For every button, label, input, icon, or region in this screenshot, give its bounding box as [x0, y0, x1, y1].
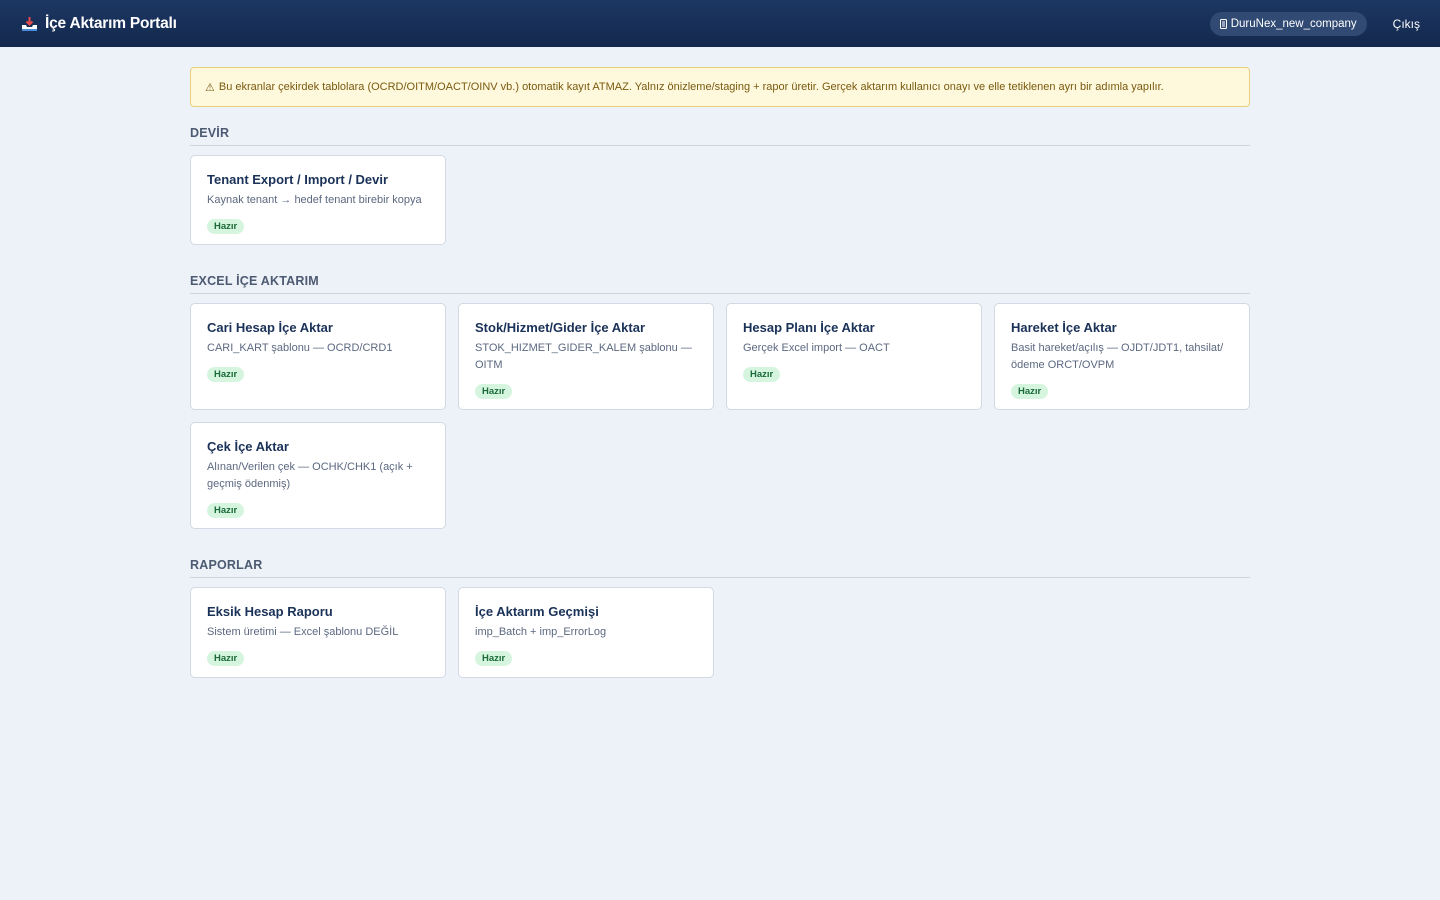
- section-title-excel: EXCEL İÇE AKTARIM: [190, 274, 1250, 294]
- card-description: Kaynak tenant → hedef tenant birebir kop…: [207, 194, 422, 206]
- card-title: Eksik Hesap Raporu: [207, 604, 333, 619]
- card-cari-hesap[interactable]: Cari Hesap İçe Aktar CARI_KART şablonu —…: [190, 303, 446, 410]
- warning-banner: ⚠ Bu ekranlar çekirdek tablolara (OCRD/O…: [190, 67, 1250, 107]
- card-ice-aktarim-gecmisi[interactable]: İçe Aktarım Geçmişi imp_Batch + imp_Erro…: [458, 587, 714, 678]
- company-name: DuruNex_new_company: [1230, 17, 1357, 30]
- status-badge: Hazır: [743, 367, 781, 382]
- raporlar-card-grid: Eksik Hesap Raporu Sistem üretimi — Exce…: [190, 587, 1250, 678]
- status-badge: Hazır: [207, 367, 245, 382]
- status-badge: Hazır: [207, 503, 245, 518]
- card-title: İçe Aktarım Geçmişi: [475, 604, 599, 619]
- card-cek[interactable]: Çek İçe Aktar Alınan/Verilen çek — OCHK/…: [190, 422, 446, 529]
- warning-icon: ⚠: [205, 81, 215, 94]
- card-hareket[interactable]: Hareket İçe Aktar Basit hareket/açılış —…: [994, 303, 1250, 410]
- section-title-devir: DEVİR: [190, 126, 1250, 146]
- card-stok-hizmet-gider[interactable]: Stok/Hizmet/Gider İçe Aktar STOK_HIZMET_…: [458, 303, 714, 410]
- card-description: Basit hareket/açılış — OJDT/JDT1, tahsil…: [1011, 342, 1224, 371]
- card-tenant-devir[interactable]: Tenant Export / Import / Devir Kaynak te…: [190, 155, 446, 245]
- status-badge: Hazır: [475, 384, 513, 399]
- logout-link[interactable]: Çıkış: [1393, 17, 1420, 31]
- card-title: Hesap Planı İçe Aktar: [743, 320, 875, 335]
- card-title: Cari Hesap İçe Aktar: [207, 320, 333, 335]
- card-eksik-hesap-raporu[interactable]: Eksik Hesap Raporu Sistem üretimi — Exce…: [190, 587, 446, 678]
- page-title: İçe Aktarım Portalı: [45, 14, 177, 32]
- card-hesap-plani[interactable]: Hesap Planı İçe Aktar Gerçek Excel impor…: [726, 303, 982, 410]
- company-selector[interactable]: DuruNex_new_company: [1209, 11, 1367, 36]
- excel-card-grid: Cari Hesap İçe Aktar CARI_KART şablonu —…: [190, 303, 1250, 529]
- top-bar: İçe Aktarım Portalı DuruNex_new_company …: [0, 0, 1440, 47]
- card-description: CARI_KART şablonu — OCRD/CRD1: [207, 342, 393, 354]
- card-title: Çek İçe Aktar: [207, 439, 289, 454]
- card-title: Stok/Hizmet/Gider İçe Aktar: [475, 320, 646, 335]
- card-description: Gerçek Excel import — OACT: [743, 342, 890, 354]
- brand: İçe Aktarım Portalı: [21, 15, 177, 33]
- database-icon: [1219, 18, 1227, 29]
- devir-card-grid: Tenant Export / Import / Devir Kaynak te…: [190, 155, 1250, 245]
- card-title: Hareket İçe Aktar: [1011, 320, 1117, 335]
- header-actions: DuruNex_new_company Çıkış: [1209, 11, 1420, 36]
- card-description: imp_Batch + imp_ErrorLog: [475, 626, 607, 638]
- card-description: Alınan/Verilen çek — OCHK/CHK1 (açık + g…: [207, 461, 413, 490]
- card-description: STOK_HIZMET_GIDER_KALEM şablonu — OITM: [475, 342, 692, 371]
- status-badge: Hazır: [207, 651, 245, 666]
- status-badge: Hazır: [475, 651, 513, 666]
- section-title-raporlar: RAPORLAR: [190, 558, 1250, 578]
- status-badge: Hazır: [207, 219, 245, 234]
- main-content: ⚠ Bu ekranlar çekirdek tablolara (OCRD/O…: [190, 47, 1250, 678]
- warning-text: Bu ekranlar çekirdek tablolara (OCRD/OIT…: [218, 81, 1164, 93]
- card-title: Tenant Export / Import / Devir: [207, 172, 389, 187]
- status-badge: Hazır: [1011, 384, 1049, 399]
- card-description: Sistem üretimi — Excel şablonu DEĞİL: [207, 626, 399, 638]
- import-tray-icon: [21, 16, 38, 32]
